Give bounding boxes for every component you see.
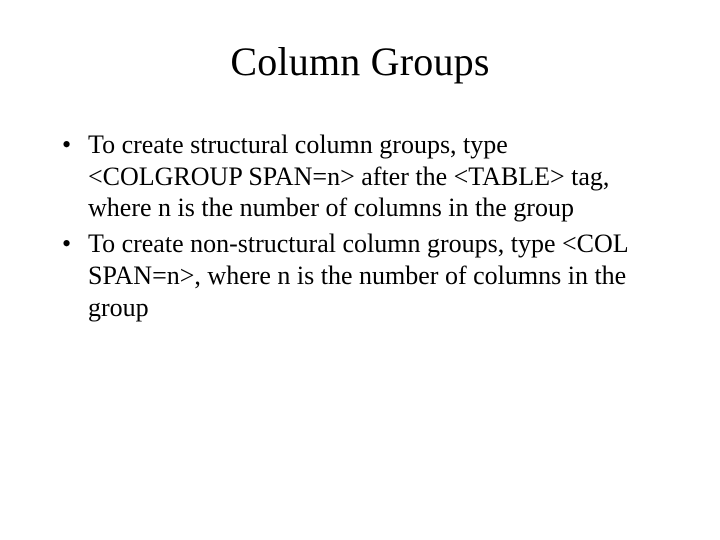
slide: Column Groups To create structural colum… [0, 0, 720, 540]
list-item: To create structural column groups, type… [60, 129, 660, 224]
list-item: To create non-structural column groups, … [60, 228, 660, 323]
bullet-list: To create structural column groups, type… [60, 129, 660, 323]
slide-title: Column Groups [60, 38, 660, 85]
